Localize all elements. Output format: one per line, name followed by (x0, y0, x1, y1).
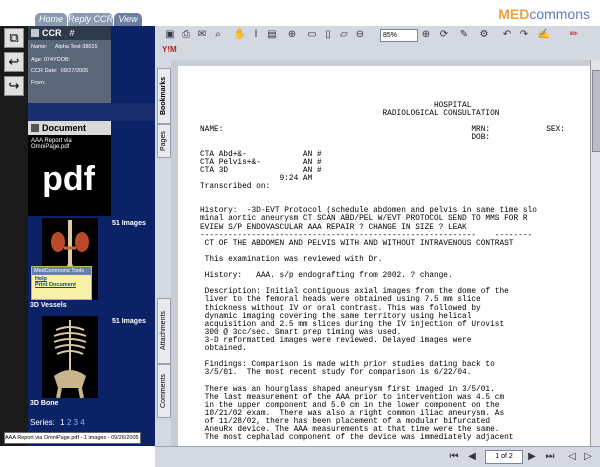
document-icon (31, 124, 39, 132)
review-icon[interactable]: ✎ (457, 28, 471, 42)
document-line: DOB: (200, 134, 491, 143)
document-header: Document (28, 121, 111, 135)
previous-page-icon[interactable]: ◀ (465, 450, 479, 464)
print-icon[interactable]: ⎙ (179, 28, 193, 42)
previous-view-icon[interactable]: ◁ (565, 450, 579, 464)
series-page-1[interactable]: 1 (60, 418, 64, 427)
ccr-icon (31, 29, 39, 37)
tools-title: MedCommons Tools (32, 267, 91, 275)
document-line: Transcribed on: (200, 183, 271, 191)
document-line: RADIOLOGICAL CONSULTATION (200, 110, 500, 119)
series-page-2[interactable]: 2 (67, 418, 71, 427)
hand-tool-icon[interactable]: ✋ (233, 28, 247, 42)
document-line: This examination was reviewed with Dr. (200, 255, 383, 264)
bone-label: 3D Bone (30, 400, 59, 407)
print-document-link[interactable]: Print Document (32, 282, 91, 288)
ccr-panel-footer (28, 103, 155, 121)
scroll-thumb[interactable] (592, 70, 600, 152)
document-page[interactable]: HOSPITAL RADIOLOGICAL CONSULTATION NAME: … (178, 66, 590, 446)
forward-icon[interactable]: ↪ (4, 76, 24, 96)
vessels-image-count: 51 Images (112, 220, 146, 227)
viewer-toolbar: ▣ ⎙ ✉ ⌕ ✋ Ⅰ ▤ ⊕ ▭ ▯ ▱ ⊖ 85% ⊕ ⟳ ✎ ⚙ ↶ ↷ … (155, 26, 600, 45)
viewer-toolbar-secondary (155, 44, 600, 60)
tab-bookmarks[interactable]: Bookmarks (157, 68, 171, 124)
tab-view[interactable]: View (114, 13, 142, 26)
layout-icon[interactable]: ⧉ (4, 28, 24, 48)
next-page-icon[interactable]: ▶ (525, 450, 539, 464)
pen-icon[interactable]: ✏ (567, 28, 581, 42)
ccr-date: CCR Date: 09/27/2005 (31, 68, 89, 74)
back-icon[interactable]: ↶ (500, 28, 514, 42)
next-view-icon[interactable]: ▷ (581, 450, 595, 464)
vessels-label: 3D Vessels (30, 302, 67, 309)
tab-pages[interactable]: Pages (157, 124, 171, 158)
page-number-field[interactable]: 1 of 2 (485, 450, 523, 464)
tab-reply-ccr[interactable]: Reply CCR (68, 13, 113, 26)
fit-page-icon[interactable]: ▯ (321, 28, 335, 42)
tab-attachments[interactable]: Attachments (157, 298, 171, 364)
rotate-icon[interactable]: ⟳ (437, 28, 451, 42)
pdf-icon[interactable]: pdf (32, 157, 105, 202)
zoom-plus-icon[interactable]: ⊕ (419, 28, 433, 42)
save-icon[interactable]: ▣ (163, 28, 177, 42)
email-icon[interactable]: ✉ (195, 28, 209, 42)
series-page-4[interactable]: 4 (80, 418, 84, 427)
document-select[interactable]: AAA Report via OmniPage.pdf - 1 images -… (4, 432, 141, 444)
last-page-icon[interactable]: ⏭ (543, 450, 557, 464)
ccr-from: From: (31, 80, 46, 86)
document-line: 3/5/01. The most recent study for compar… (200, 369, 472, 378)
left-icon-strip: ⧉ ↩ ↪ (0, 26, 28, 446)
series-page-3[interactable]: 3 (74, 418, 78, 427)
ccr-header: CCR # (28, 26, 111, 40)
actual-size-icon[interactable]: ▭ (305, 28, 319, 42)
forward-nav-icon[interactable]: ↷ (517, 28, 531, 42)
tools-icon[interactable]: ⚙ (477, 28, 491, 42)
reply-icon[interactable]: ↩ (4, 52, 24, 72)
document-line: History: AAA. s/p endografting from 2002… (200, 272, 453, 281)
zoom-level-input[interactable]: 85% (380, 29, 418, 42)
document-line: The most cephalad component of the devic… (200, 434, 514, 443)
document-name: AAA Report via OmniPage.pdf (31, 138, 72, 150)
select-text-icon[interactable]: Ⅰ (249, 28, 263, 42)
top-bar: Home Reply CCR View MEDcommons (0, 0, 600, 26)
sign-icon[interactable]: ✍ (537, 28, 551, 42)
vertical-scrollbar[interactable] (590, 60, 600, 446)
bone-thumbnail[interactable] (42, 316, 98, 399)
search-icon[interactable]: ⌕ (211, 28, 225, 42)
medcommons-tools-popup: MedCommons Tools Help Print Document (31, 266, 92, 300)
ccr-age: Age: 074YDOB: (31, 57, 71, 63)
ym-icon[interactable]: Y!M (162, 45, 177, 54)
tab-home[interactable]: Home (35, 13, 67, 26)
zoom-out-icon[interactable]: ⊖ (353, 28, 367, 42)
ccr-name: Name: Alpha Test-38615 (31, 44, 98, 50)
series-selector: Series: 1 2 3 4 (30, 418, 85, 427)
document-panel-side (111, 121, 155, 216)
snapshot-icon[interactable]: ▤ (265, 28, 279, 42)
zoom-in-icon[interactable]: ⊕ (285, 28, 299, 42)
help-link[interactable]: Help (32, 275, 91, 282)
tab-comments[interactable]: Comments (157, 364, 171, 418)
viewer-status-bar: ⏮ ◀ 1 of 2 ▶ ⏭ ◁ ▷ (155, 446, 600, 467)
document-line: CT OF THE ABDOMEN AND PELVIS WITH AND WI… (200, 239, 514, 248)
document-line: obtained. (200, 345, 247, 353)
first-page-icon[interactable]: ⏮ (447, 450, 461, 464)
fit-width-icon[interactable]: ▱ (337, 28, 351, 42)
viewer-side-tabs: Bookmarks Pages Attachments Comments (155, 60, 171, 446)
medcommons-logo: MEDcommons (498, 6, 590, 22)
bone-image-count: 51 Images (112, 318, 146, 325)
